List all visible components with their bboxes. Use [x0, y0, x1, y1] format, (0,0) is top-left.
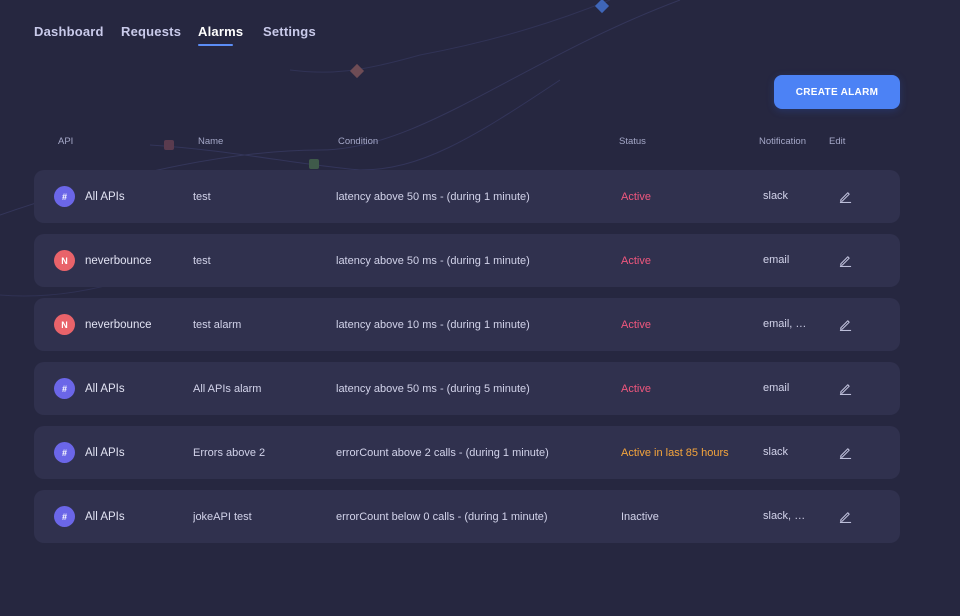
- alarm-condition: errorCount above 2 calls - (during 1 min…: [336, 446, 549, 459]
- table-header: API Name Condition Status Notification E…: [0, 136, 960, 148]
- api-cell: # All APIs: [54, 426, 125, 479]
- decor-square-green: [309, 159, 319, 169]
- status-badge: Active: [621, 382, 651, 395]
- api-name: All APIs: [85, 446, 125, 459]
- alarm-name: jokeAPI test: [193, 510, 252, 523]
- api-badge: N: [54, 314, 75, 335]
- api-cell: N neverbounce: [54, 298, 152, 351]
- alarm-notification: slack: [763, 190, 789, 202]
- api-badge: #: [54, 506, 75, 527]
- alarm-condition: latency above 50 ms - (during 1 minute): [336, 190, 530, 203]
- tab-dashboard[interactable]: Dashboard: [34, 24, 104, 39]
- status-badge: Active: [621, 318, 651, 331]
- alarm-condition: latency above 50 ms - (during 5 minute): [336, 382, 530, 395]
- alarm-name: All APIs alarm: [193, 382, 262, 395]
- alarm-notification: email: [763, 382, 790, 394]
- header-api: API: [58, 136, 74, 147]
- table-row[interactable]: # All APIs test latency above 50 ms - (d…: [34, 170, 900, 223]
- api-badge: #: [54, 378, 75, 399]
- pencil-icon[interactable]: [836, 490, 854, 543]
- status-badge: Active: [621, 190, 651, 203]
- api-name: All APIs: [85, 510, 125, 523]
- alarm-condition: latency above 50 ms - (during 1 minute): [336, 254, 530, 267]
- alarm-condition: latency above 10 ms - (during 1 minute): [336, 318, 530, 331]
- alarm-notification: email, p...: [763, 318, 809, 330]
- pencil-icon[interactable]: [836, 170, 854, 223]
- api-name: neverbounce: [85, 254, 152, 267]
- alarm-condition: errorCount below 0 calls - (during 1 min…: [336, 510, 548, 523]
- api-cell: # All APIs: [54, 490, 125, 543]
- pencil-icon[interactable]: [836, 298, 854, 351]
- status-badge: Active: [621, 254, 651, 267]
- decor-diamond-brown: [349, 63, 365, 79]
- pencil-icon[interactable]: [836, 426, 854, 479]
- table-row[interactable]: N neverbounce test alarm latency above 1…: [34, 298, 900, 351]
- create-alarm-button[interactable]: CREATE ALARM: [774, 75, 900, 109]
- alarm-notification: slack: [763, 446, 789, 458]
- status-badge: Inactive: [621, 510, 659, 523]
- decor-diamond-blue: [594, 0, 610, 14]
- pencil-icon[interactable]: [836, 234, 854, 287]
- header-status: Status: [619, 136, 646, 147]
- api-badge: #: [54, 186, 75, 207]
- table-row[interactable]: # All APIs jokeAPI test errorCount below…: [34, 490, 900, 543]
- alarm-name: test alarm: [193, 318, 242, 331]
- header-edit: Edit: [829, 136, 846, 147]
- status-badge: Active in last 85 hours: [621, 446, 729, 459]
- alarm-name: Errors above 2: [193, 446, 266, 459]
- api-name: neverbounce: [85, 318, 152, 331]
- tab-requests[interactable]: Requests: [121, 24, 181, 39]
- pencil-icon[interactable]: [836, 362, 854, 415]
- api-name: All APIs: [85, 382, 125, 395]
- alarm-name: test: [193, 190, 211, 203]
- table-row[interactable]: # All APIs Errors above 2 errorCount abo…: [34, 426, 900, 479]
- api-badge: N: [54, 250, 75, 271]
- alarm-notification: email: [763, 254, 790, 266]
- table-row[interactable]: N neverbounce test latency above 50 ms -…: [34, 234, 900, 287]
- alarm-name: test: [193, 254, 211, 267]
- table-row[interactable]: # All APIs All APIs alarm latency above …: [34, 362, 900, 415]
- header-name: Name: [198, 136, 224, 147]
- api-cell: # All APIs: [54, 170, 125, 223]
- api-cell: N neverbounce: [54, 234, 152, 287]
- tab-alarms[interactable]: Alarms: [198, 24, 243, 46]
- alarms-page: Dashboard Requests Alarms Settings CREAT…: [0, 0, 960, 616]
- api-cell: # All APIs: [54, 362, 125, 415]
- header-condition: Condition: [338, 136, 379, 147]
- header-notification: Notification: [759, 136, 806, 147]
- api-name: All APIs: [85, 190, 125, 203]
- alarm-notification: slack, e...: [763, 510, 809, 522]
- tab-settings[interactable]: Settings: [263, 24, 316, 39]
- api-badge: #: [54, 442, 75, 463]
